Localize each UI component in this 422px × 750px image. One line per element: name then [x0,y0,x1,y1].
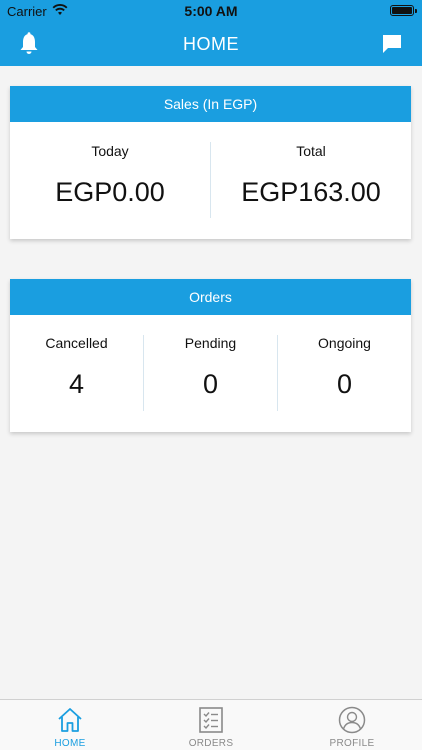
orders-pending-value: 0 [202,369,219,399]
orders-ongoing-label: Ongoing [318,335,371,351]
tab-profile[interactable]: PROFILE [282,700,422,750]
tab-orders-label: ORDERS [188,738,234,749]
tab-home[interactable]: HOME [0,700,140,750]
orders-ongoing-value: 0 [336,369,353,399]
orders-pending[interactable]: Pending 0 [144,315,277,400]
orders-icon [199,707,223,733]
sales-card: Sales (In EGP) Today EGP0.00 Total EGP16… [10,86,411,239]
orders-card: Orders Cancelled 4 Pending 0 Ongoing 0 [10,279,411,432]
orders-cancelled[interactable]: Cancelled 4 [10,315,143,400]
page-title: HOME [183,34,239,54]
nav-bar: HOME [0,22,422,66]
clock-time: 5:00 AM [184,3,238,19]
chat-icon[interactable] [380,32,404,56]
sales-card-title: Sales (In EGP) [10,86,411,122]
profile-icon [338,706,366,734]
sales-total-value: EGP163.00 [241,177,381,207]
orders-pending-label: Pending [184,335,237,351]
tab-home-label: HOME [54,738,86,749]
sales-total-label: Total [296,143,326,159]
status-bar: Carrier 5:00 AM [0,0,422,22]
tab-bar: HOME ORDERS PROFILE [0,699,422,750]
orders-card-title: Orders [10,279,411,315]
orders-cancelled-value: 4 [68,369,85,399]
sales-today-label: Today [91,143,129,159]
sales-today: Today EGP0.00 [10,122,210,208]
sales-today-value: EGP0.00 [55,177,165,207]
sales-total: Total EGP163.00 [211,122,411,208]
home-icon [58,708,82,732]
orders-ongoing[interactable]: Ongoing 0 [278,315,411,400]
battery-icon [390,5,417,16]
tab-orders[interactable]: ORDERS [141,700,281,750]
tab-profile-label: PROFILE [329,738,375,749]
orders-cancelled-label: Cancelled [45,335,108,351]
